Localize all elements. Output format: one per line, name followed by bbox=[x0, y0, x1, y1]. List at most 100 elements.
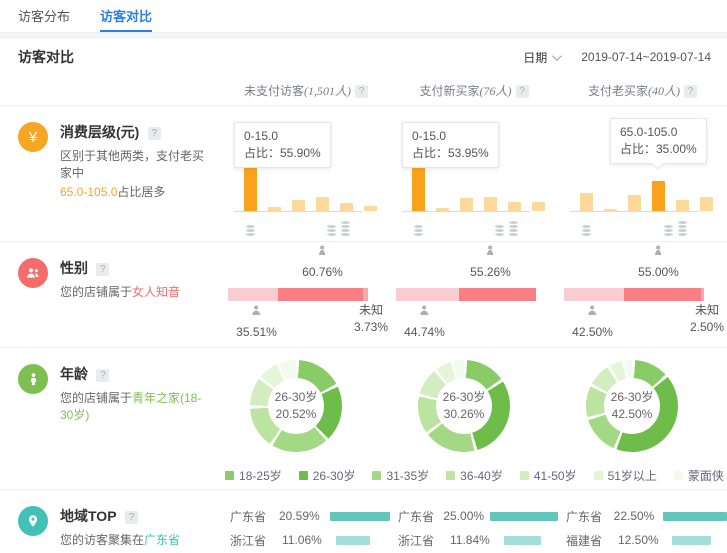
help-icon[interactable]: ? bbox=[684, 85, 697, 98]
province-bar bbox=[672, 536, 711, 545]
coin-level-low-icon bbox=[414, 225, 423, 228]
legend-item-31-35[interactable]: 31-35岁 bbox=[372, 467, 429, 484]
yuan-icon: ¥ bbox=[18, 122, 48, 152]
region-section-title: 地域TOP bbox=[60, 508, 117, 524]
column-count: (40人) bbox=[648, 84, 680, 98]
legend-item-18-25[interactable]: 18-25岁 bbox=[225, 467, 282, 484]
consume-desc-highlight-link[interactable]: 65.0-105.0 bbox=[60, 185, 117, 199]
date-range-value[interactable]: 2019-07-14~2019-07-14 bbox=[581, 50, 711, 64]
legend-item-51-plus[interactable]: 51岁以上 bbox=[594, 467, 657, 484]
male-percent: 42.50% bbox=[572, 325, 613, 339]
female-icon bbox=[651, 244, 666, 259]
female-segment bbox=[459, 288, 536, 301]
tab-visitor-comparison[interactable]: 访客对比 bbox=[100, 0, 152, 32]
help-icon[interactable]: ? bbox=[96, 369, 109, 382]
age-donut-new-buyers: 26-30岁 30.26% bbox=[418, 360, 510, 452]
x-axis bbox=[402, 211, 530, 212]
province-bar bbox=[490, 512, 558, 521]
unknown-segment bbox=[701, 288, 705, 301]
male-percent: 44.74% bbox=[404, 325, 445, 339]
date-filter-label: 日期 bbox=[523, 49, 547, 66]
province-name: 福建省 bbox=[566, 532, 618, 549]
male-segment bbox=[564, 288, 624, 301]
legend-label: 41-50岁 bbox=[534, 467, 577, 484]
column-header-new-buyers: 支付新买家(76人)? bbox=[390, 82, 558, 99]
legend-swatch bbox=[299, 471, 308, 480]
legend-item-26-30[interactable]: 26-30岁 bbox=[299, 467, 356, 484]
region-list-old-buyers: 广东省 22.50% 福建省 12.50% bbox=[558, 490, 727, 553]
region-list-new-buyers: 广东省 25.00% 浙江省 11.84% bbox=[390, 490, 558, 553]
legend-label: 36-40岁 bbox=[460, 467, 503, 484]
help-icon[interactable]: ? bbox=[148, 127, 161, 140]
legend-swatch bbox=[225, 471, 234, 480]
panel-header: 访客对比 日期 2019-07-14~2019-07-14 bbox=[0, 39, 727, 75]
gender-people-icon bbox=[18, 258, 48, 288]
province-name: 浙江省 bbox=[230, 532, 282, 549]
section-gender: 性别 ? 您的店铺属于女人知音 60.76% bbox=[0, 241, 727, 347]
coin-level-higher-icon bbox=[509, 221, 518, 224]
gender-chart-old-buyers: 55.00% 42.50% 未知 2.50% bbox=[564, 242, 714, 346]
coin-level-high-icon bbox=[495, 225, 504, 228]
gender-chart-new-buyers: 55.26% 44.74% bbox=[396, 242, 546, 346]
visitor-comparison-page: 访客分布 访客对比 访客对比 日期 2019-07-14~2019-07-14 … bbox=[0, 0, 727, 553]
consume-section-title: 消费层级(元) bbox=[60, 124, 139, 140]
legend-swatch bbox=[520, 471, 529, 480]
gender-desc-link[interactable]: 女人知音 bbox=[132, 285, 180, 299]
legend-item-masked[interactable]: 蒙面侠 bbox=[674, 467, 724, 484]
coin-level-higher-icon bbox=[341, 221, 350, 224]
donut-center-label: 26-30岁 bbox=[275, 389, 318, 406]
unknown-label: 未知 bbox=[690, 302, 724, 319]
help-icon[interactable]: ? bbox=[125, 511, 138, 524]
donut-center-label: 26-30岁 bbox=[611, 389, 654, 406]
gender-chart-unpaid: 60.76% 35.51% 未知 3.73% bbox=[228, 242, 378, 346]
help-icon[interactable]: ? bbox=[355, 85, 368, 98]
location-pin-icon bbox=[18, 506, 48, 536]
region-row: 浙江省 11.06% bbox=[230, 528, 390, 552]
section-age: 年龄 ? 您的店铺属于青年之家(18-30岁) 26-30岁 20.52% bbox=[0, 347, 727, 489]
female-percent: 60.76% bbox=[302, 265, 343, 279]
unknown-percent: 2.50% bbox=[690, 320, 724, 334]
chevron-down-icon bbox=[552, 51, 562, 61]
bar-series bbox=[244, 164, 377, 212]
column-count: (76人) bbox=[480, 84, 512, 98]
legend-item-36-40[interactable]: 36-40岁 bbox=[446, 467, 503, 484]
gender-section-title: 性别 bbox=[60, 260, 88, 276]
male-segment bbox=[228, 288, 278, 301]
chart-tooltip: 0-15.0 占比：53.95% bbox=[402, 122, 499, 168]
province-percent: 25.00% bbox=[443, 509, 490, 523]
donut-center-value: 20.52% bbox=[276, 406, 317, 423]
unknown-segment bbox=[363, 288, 368, 301]
female-segment bbox=[624, 288, 701, 301]
unknown-percent: 3.73% bbox=[354, 320, 388, 334]
coin-level-high-icon bbox=[327, 225, 336, 228]
male-segment bbox=[396, 288, 459, 301]
region-desc-link[interactable]: 广东省 bbox=[144, 533, 180, 547]
help-icon[interactable]: ? bbox=[96, 263, 109, 276]
age-desc-prefix: 您的店铺属于 bbox=[60, 391, 132, 405]
consume-bar-chart-old-buyers: 65.0-105.0 占比：35.00% bbox=[568, 106, 717, 240]
province-bar bbox=[663, 512, 727, 521]
tab-visitor-distribution[interactable]: 访客分布 bbox=[18, 0, 70, 32]
age-section-title: 年龄 bbox=[60, 366, 88, 382]
consume-desc-line2: 占比居多 bbox=[117, 185, 165, 199]
region-row: 广东省 20.59% bbox=[230, 504, 390, 528]
column-label: 未支付访客 bbox=[244, 84, 304, 98]
column-header-unpaid-visitors: 未支付访客(1,501人)? bbox=[222, 82, 390, 99]
top-tab-bar: 访客分布 访客对比 bbox=[0, 0, 727, 33]
header-right: 日期 2019-07-14~2019-07-14 bbox=[523, 49, 711, 66]
legend-swatch bbox=[446, 471, 455, 480]
help-icon[interactable]: ? bbox=[516, 85, 529, 98]
legend-item-41-50[interactable]: 41-50岁 bbox=[520, 467, 577, 484]
gender-stacked-bar bbox=[228, 288, 368, 301]
date-filter-dropdown[interactable]: 日期 bbox=[523, 49, 559, 66]
male-icon bbox=[249, 304, 264, 319]
chart-tooltip: 0-15.0 占比：55.90% bbox=[234, 122, 331, 168]
male-percent: 35.51% bbox=[236, 325, 277, 339]
region-list-unpaid: 广东省 20.59% 浙江省 11.06% bbox=[222, 490, 390, 553]
province-name: 广东省 bbox=[230, 508, 279, 525]
age-legend: 18-25岁 26-30岁 31-35岁 36-40岁 41-50岁 51岁以上… bbox=[222, 467, 727, 484]
bar-series bbox=[580, 181, 713, 211]
region-row: 广东省 25.00% bbox=[398, 504, 558, 528]
legend-label: 18-25岁 bbox=[239, 467, 282, 484]
coin-level-low-icon bbox=[246, 225, 255, 228]
